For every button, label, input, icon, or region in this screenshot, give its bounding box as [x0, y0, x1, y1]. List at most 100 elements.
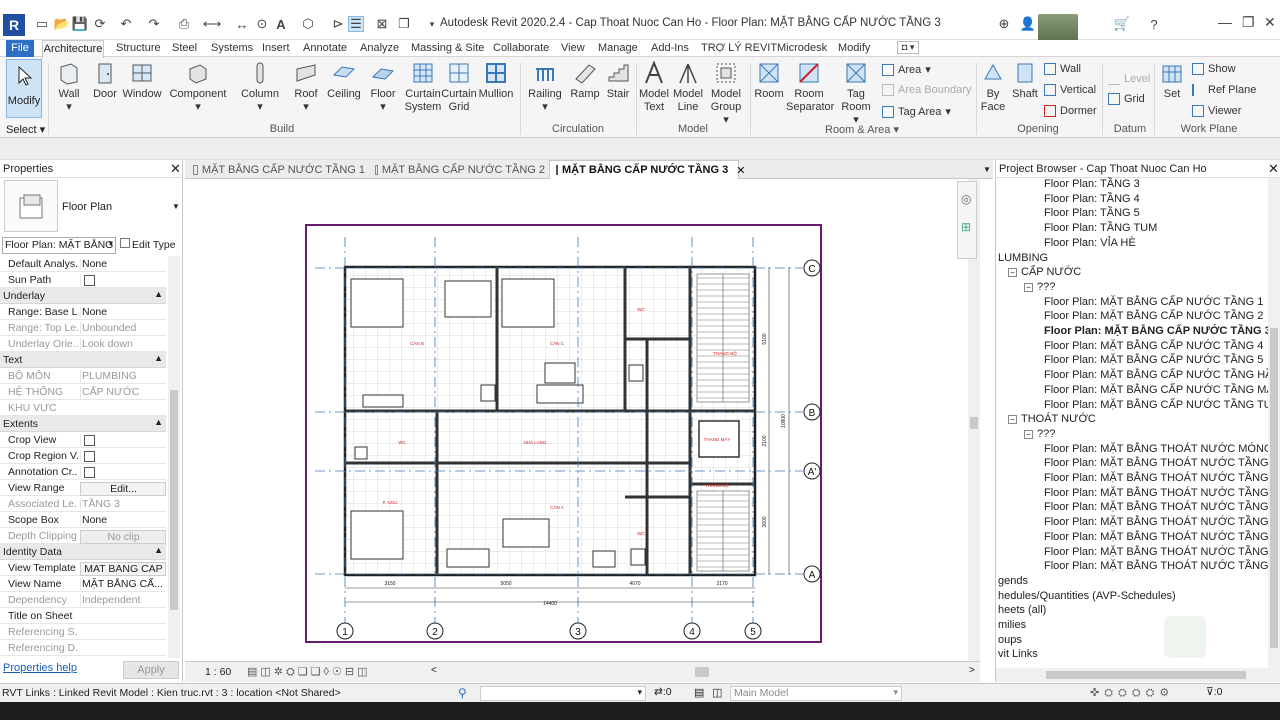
- ribbon-minimize-icon[interactable]: ◘ ▾: [897, 41, 920, 54]
- property-value[interactable]: [80, 450, 166, 462]
- property-row[interactable]: Crop View: [0, 432, 166, 448]
- view-tab-3[interactable]: MẶT BẰNG CẤP NƯỚC TẦNG 3 ✕: [549, 160, 745, 179]
- view-tab-2[interactable]: MẶT BẰNG CẤP NƯỚC TẦNG 2: [369, 160, 545, 179]
- stair-button[interactable]: Stair: [602, 61, 634, 101]
- editing-requests[interactable]: ⇄:0: [654, 686, 672, 698]
- area-button[interactable]: Area ▾: [882, 63, 931, 76]
- dormer-button[interactable]: Dormer: [1044, 105, 1097, 117]
- property-value[interactable]: [80, 466, 166, 478]
- property-value[interactable]: None: [80, 514, 166, 526]
- browser-view-item[interactable]: Floor Plan: MẶT BẰNG THOÁT NƯỚC TẦNG 3: [1044, 487, 1278, 499]
- browser-view-item[interactable]: Floor Plan: TẦNG 5: [1044, 207, 1140, 219]
- property-value[interactable]: CẤP NƯỚC: [80, 386, 166, 398]
- tag-room-button[interactable]: Tag Room ▾: [838, 61, 874, 127]
- property-row[interactable]: Range: Base L...None: [0, 304, 166, 320]
- properties-help-link[interactable]: Properties help: [3, 662, 77, 674]
- design-options-icon[interactable]: ▤: [694, 686, 704, 699]
- set-button[interactable]: Set: [1156, 61, 1188, 101]
- sync-icon[interactable]: ⟳: [92, 16, 108, 32]
- property-row[interactable]: BỘ MÔN PLUMBING: [0, 368, 166, 384]
- steering-wheel-icon[interactable]: ◎: [961, 192, 971, 206]
- property-row[interactable]: View Range Edit...: [0, 480, 166, 496]
- browser-node[interactable]: vit Links: [998, 648, 1038, 660]
- railing-button[interactable]: Railing ▾: [526, 61, 564, 114]
- room-separator-button[interactable]: Room Separator: [786, 61, 834, 114]
- tab-systems[interactable]: Systems: [211, 42, 253, 54]
- property-row[interactable]: Sun Path: [0, 272, 166, 288]
- browser-view-item[interactable]: Floor Plan: MẶT BẰNG CẤP NƯỚC TẦNG 1: [1044, 296, 1263, 308]
- type-dropdown-icon[interactable]: ▼: [172, 202, 180, 211]
- wall-button[interactable]: Wall ▾: [54, 61, 84, 114]
- minimize-button[interactable]: —: [1218, 14, 1232, 30]
- property-section[interactable]: Text ▲: [0, 352, 166, 368]
- tab-add-ins[interactable]: Add-Ins: [651, 42, 689, 54]
- room-button[interactable]: Room: [752, 61, 786, 101]
- navigation-bar[interactable]: ◎ ⊞: [957, 181, 977, 259]
- browser-scrollbar-h[interactable]: [996, 668, 1280, 682]
- browser-view-item[interactable]: Floor Plan: MẶT BẰNG THOÁT NƯỚC TẦNG TUM: [1044, 560, 1280, 572]
- property-section[interactable]: Underlay ▲: [0, 288, 166, 304]
- close-button[interactable]: ✕: [1264, 14, 1276, 31]
- 3d-view-icon[interactable]: ⬡: [300, 16, 316, 32]
- browser-view-item[interactable]: Floor Plan: VỈA HÈ: [1044, 237, 1136, 249]
- zoom-icon[interactable]: ⊞: [961, 220, 971, 234]
- open-folder-icon[interactable]: 📂: [54, 16, 70, 32]
- floor-button[interactable]: Floor ▾: [366, 61, 400, 114]
- window-button[interactable]: Window: [120, 61, 164, 101]
- scroll-left-icon[interactable]: <: [431, 665, 437, 676]
- browser-view-item[interactable]: Floor Plan: MẶT BẰNG THOÁT NƯỚC TẦNG 5: [1044, 516, 1278, 528]
- tab-collaborate[interactable]: Collaborate: [493, 42, 549, 54]
- browser-node[interactable]: − CẤP NƯỚC: [1008, 266, 1081, 278]
- tab-manage[interactable]: Manage: [598, 42, 638, 54]
- user-avatar[interactable]: [1038, 14, 1078, 42]
- section-icon[interactable]: ⊳: [330, 16, 346, 32]
- apply-button[interactable]: Apply: [123, 661, 179, 679]
- property-row[interactable]: Title on Sheet: [0, 608, 166, 624]
- select-dropdown[interactable]: Select ▾: [6, 123, 45, 136]
- checkbox[interactable]: [84, 450, 95, 462]
- tab-analyze[interactable]: Analyze: [360, 42, 399, 54]
- redo-icon[interactable]: ↷: [146, 16, 162, 32]
- view-tab-1[interactable]: MẶT BẰNG CẤP NƯỚC TẦNG 1: [187, 160, 365, 179]
- show-button[interactable]: Show: [1192, 63, 1236, 75]
- filter-count[interactable]: ⊽:0: [1206, 686, 1222, 698]
- property-row[interactable]: Crop Region V...: [0, 448, 166, 464]
- open-icon[interactable]: ▭: [34, 16, 50, 32]
- browser-node[interactable]: − THOÁT NƯỚC: [1008, 413, 1096, 425]
- selection-options-icons[interactable]: ✜⛭⛭⛭⛭⚙: [1090, 686, 1174, 700]
- browser-view-item[interactable]: Floor Plan: TẦNG 4: [1044, 193, 1140, 205]
- ref-plane-button[interactable]: Ref Plane: [1192, 84, 1256, 96]
- tab-dropdown-icon[interactable]: ▼: [983, 165, 991, 174]
- property-row[interactable]: Default Analys... None: [0, 256, 166, 272]
- browser-node[interactable]: oups: [998, 634, 1022, 646]
- switch-windows-icon[interactable]: ❐: [396, 16, 412, 32]
- column-button[interactable]: Column ▾: [240, 61, 280, 114]
- design-options-icon-2[interactable]: ◫: [712, 686, 722, 699]
- door-button[interactable]: Door: [90, 61, 120, 101]
- property-value[interactable]: [80, 274, 166, 286]
- undo-icon[interactable]: ↶: [118, 16, 134, 32]
- browser-node[interactable]: gends: [998, 575, 1028, 587]
- tab-annotate[interactable]: Annotate: [303, 42, 347, 54]
- browser-view-item[interactable]: Floor Plan: MẶT BẰNG THOÁT NƯỚC MÓNG: [1044, 443, 1272, 455]
- tab-view[interactable]: View: [561, 42, 585, 54]
- tab-tro-ly-revit[interactable]: TRỢ LÝ REVIT: [701, 42, 777, 54]
- browser-node[interactable]: −???: [1024, 428, 1055, 440]
- browser-view-item[interactable]: Floor Plan: MẶT BẰNG THOÁT NƯỚC TẦNG 1: [1044, 457, 1278, 469]
- browser-view-item[interactable]: Floor Plan: MẶT BẰNG CẤP NƯỚC TẦNG 3: [1044, 325, 1271, 337]
- model-group-button[interactable]: Model Group ▾: [708, 61, 744, 127]
- revit-logo-icon[interactable]: R: [3, 14, 25, 36]
- close-icon[interactable]: ✕: [170, 161, 181, 177]
- checkbox[interactable]: [84, 274, 95, 286]
- ramp-button[interactable]: Ramp: [568, 61, 602, 101]
- worksets-icon[interactable]: ⚲: [458, 686, 467, 700]
- print-icon[interactable]: ⎙: [176, 16, 192, 32]
- browser-node[interactable]: LUMBING: [998, 252, 1048, 264]
- property-row[interactable]: Scope Box None: [0, 512, 166, 528]
- curtain-system-button[interactable]: Curtain System: [404, 61, 442, 114]
- property-section[interactable]: Extents ▲: [0, 416, 166, 432]
- property-row[interactable]: HỆ THỐNG CẤP NƯỚC: [0, 384, 166, 400]
- tab-file[interactable]: File: [6, 40, 34, 57]
- instance-selector[interactable]: Floor Plan: MẶT BẰNG ▾: [2, 237, 116, 254]
- roof-button[interactable]: Roof ▾: [290, 61, 322, 114]
